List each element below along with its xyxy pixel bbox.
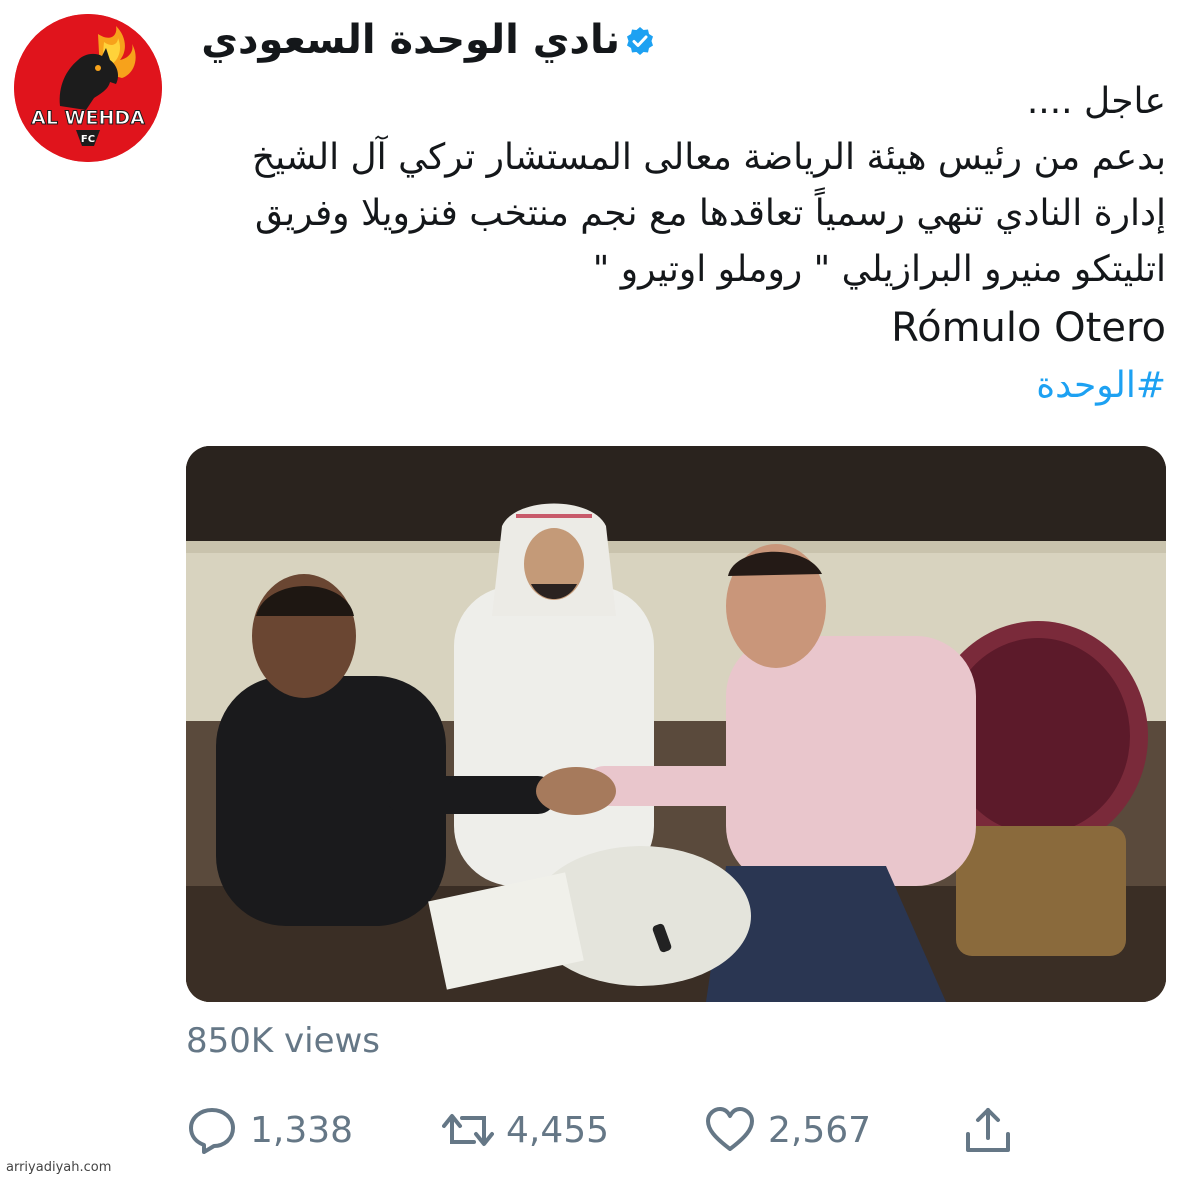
verified-badge-icon bbox=[627, 27, 653, 55]
al-wehda-logo: AL WEHDA FC bbox=[14, 14, 162, 162]
video-frame-illustration bbox=[186, 446, 1166, 1002]
avatar-sub-text: FC bbox=[81, 134, 95, 145]
view-count: 850K views bbox=[186, 1021, 381, 1061]
share-icon bbox=[966, 1108, 1010, 1152]
player-name: Rómulo Otero bbox=[891, 305, 1166, 351]
tweet-text: عاجل .... بدعم من رئيس هيئة الرياضة معال… bbox=[196, 74, 1166, 414]
account-avatar[interactable]: AL WEHDA FC bbox=[14, 14, 162, 162]
like-button[interactable]: 2,567 bbox=[704, 1100, 871, 1160]
tweet-line: إدارة النادي تنهي رسمياً تعاقدها مع نجم … bbox=[255, 193, 1166, 234]
like-count: 2,567 bbox=[768, 1109, 872, 1151]
watermark: arriyadiyah.com bbox=[6, 1160, 112, 1175]
reply-count: 1,338 bbox=[250, 1109, 354, 1151]
account-name[interactable]: نادي الوحدة السعودي bbox=[201, 14, 620, 66]
share-button[interactable] bbox=[962, 1100, 1014, 1160]
reply-icon bbox=[189, 1108, 235, 1154]
tweet-video[interactable] bbox=[186, 446, 1166, 1002]
heart-icon bbox=[706, 1107, 754, 1151]
tweet-action-bar: 1,338 4,455 2,567 bbox=[186, 1100, 1066, 1160]
tweet-line: عاجل .... bbox=[1026, 81, 1166, 122]
retweet-button[interactable]: 4,455 bbox=[442, 1100, 609, 1160]
avatar-text: AL WEHDA bbox=[31, 107, 145, 129]
hashtag-link[interactable]: #الوحدة bbox=[196, 358, 1166, 414]
tweet-line: بدعم من رئيس هيئة الرياضة معالى المستشار… bbox=[251, 137, 1166, 178]
reply-button[interactable]: 1,338 bbox=[186, 1100, 353, 1160]
retweet-icon bbox=[442, 1114, 494, 1146]
tweet-line: اتليتكو منيرو البرازيلي " روملو اوتيرو " bbox=[592, 249, 1166, 290]
retweet-count: 4,455 bbox=[506, 1109, 610, 1151]
